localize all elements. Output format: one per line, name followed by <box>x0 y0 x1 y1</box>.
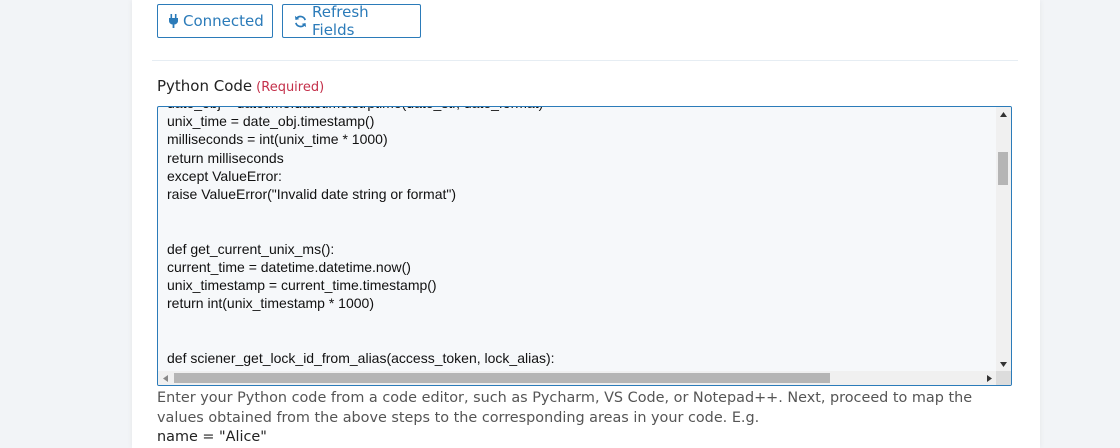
python-code-label: Python Code (Required) <box>157 77 324 95</box>
python-code-label-text: Python Code <box>157 77 253 95</box>
code-line: current_time = datetime.datetime.now() <box>167 258 411 275</box>
scroll-down-arrow-icon[interactable] <box>996 357 1011 371</box>
required-indicator: (Required) <box>256 80 325 95</box>
code-text-area[interactable]: date_obj = datetime.datetime.strptime(da… <box>158 107 996 371</box>
code-line: raise ValueError("Invalid date string or… <box>167 185 457 202</box>
horizontal-scrollbar[interactable] <box>158 371 996 385</box>
code-line: unix_time = date_obj.timestamp() <box>167 113 375 130</box>
connected-button[interactable]: Connected <box>157 4 273 38</box>
vertical-scrollbar-thumb[interactable] <box>998 152 1008 185</box>
python-code-editor[interactable]: date_obj = datetime.datetime.strptime(da… <box>157 106 1012 386</box>
section-divider <box>152 60 1018 61</box>
help-text: Enter your Python code from a code edito… <box>157 390 973 426</box>
vertical-scrollbar[interactable] <box>996 107 1011 371</box>
code-lines: date_obj = datetime.datetime.strptime(da… <box>167 107 555 371</box>
form-card: Connected Refresh Fields Python Code (Req… <box>132 0 1040 448</box>
refresh-fields-button[interactable]: Refresh Fields <box>282 3 421 39</box>
code-line: return milliseconds <box>167 149 284 166</box>
scroll-right-arrow-icon[interactable] <box>982 371 996 385</box>
refresh-icon <box>294 15 307 28</box>
help-example: name = "Alice" <box>157 429 267 445</box>
refresh-fields-button-label: Refresh Fields <box>312 3 369 39</box>
code-line: milliseconds = int(unix_time * 1000) <box>167 131 388 148</box>
code-line: def sciener_get_lock_id_from_alias(acces… <box>167 349 555 366</box>
code-line: unix_timestamp = current_time.timestamp(… <box>167 276 437 293</box>
horizontal-scrollbar-thumb[interactable] <box>174 373 830 383</box>
scrollbar-corner <box>996 371 1011 385</box>
page: Connected Refresh Fields Python Code (Req… <box>0 0 1120 448</box>
connected-button-label: Connected <box>183 12 264 30</box>
code-line: def get_current_unix_ms(): <box>167 240 335 257</box>
scroll-left-arrow-icon[interactable] <box>158 371 172 385</box>
code-line: return int(unix_timestamp * 1000) <box>167 295 374 312</box>
plug-icon <box>169 14 178 28</box>
code-line: except ValueError: <box>167 167 282 184</box>
scroll-up-arrow-icon[interactable] <box>996 107 1011 121</box>
